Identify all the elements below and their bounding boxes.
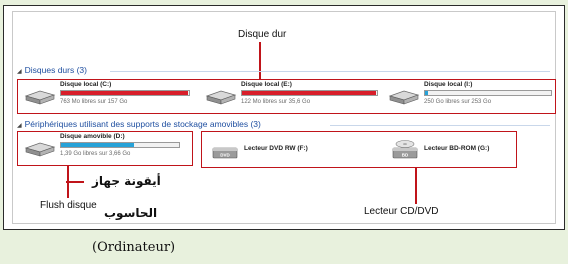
callout-line [415,168,417,204]
drive-i-free-space: 250 Go libres sur 253 Go [424,99,492,105]
drive-g-name: Lecteur BD-ROM (G:) [424,145,490,152]
callout-line [66,181,84,183]
callout-flush-disk: Flush disque [40,200,97,211]
drive-d-free-space: 1,39 Go libres sur 3,66 Go [60,151,131,157]
section-hard-disks[interactable]: ◢ Disques durs (3) [17,65,87,75]
drive-d-removable[interactable]: Disque amovible (D:) 1,39 Go libres sur … [24,132,189,164]
svg-text:BD: BD [402,153,409,158]
bd-drive-icon: BD [392,140,418,159]
drive-e-usage-fill [242,91,376,95]
callout-hard-disk: Disque dur [238,29,287,40]
drive-c[interactable]: Disque local (C:) 763 Mo libres sur 157 … [24,80,194,112]
drive-f-name: Lecteur DVD RW (F:) [244,145,308,152]
drive-c-usage-fill [61,91,188,95]
drive-g-bd[interactable]: BD Lecteur BD-ROM (G:) [390,134,560,164]
drive-f-dvd[interactable]: DVD Lecteur DVD RW (F:) [210,134,380,164]
drive-e-free-space: 122 Mo libres sur 35,6 Go [241,99,311,105]
collapse-icon[interactable]: ◢ [17,69,22,75]
drive-d-usage-bar [60,142,180,148]
hard-drive-icon [388,90,420,105]
figure-caption: (Ordinateur) [92,240,176,255]
drive-c-name: Disque local (C:) [60,81,112,88]
drive-i-name: Disque local (I:) [424,81,473,88]
callout-computer-icon-ar-2: الحاسوب [104,206,158,220]
drive-i-usage-bar [424,90,552,96]
drive-d-name: Disque amovible (D:) [60,133,125,140]
drive-i-usage-fill [425,91,428,95]
section-hard-disks-label: Disques durs (3) [24,65,87,75]
drive-e[interactable]: Disque local (E:) 122 Mo libres sur 35,6… [205,80,385,112]
callout-optical: Lecteur CD/DVD [364,206,439,217]
drive-i[interactable]: Disque local (I:) 250 Go libres sur 253 … [388,80,553,112]
drive-c-usage-bar [60,90,190,96]
drive-e-name: Disque local (E:) [241,81,292,88]
removable-drive-icon [24,142,56,157]
drive-d-usage-fill [61,143,135,147]
drive-c-free-space: 763 Mo libres sur 157 Go [60,99,128,105]
explorer-panel [12,11,556,224]
section-removable[interactable]: ◢ Périphériques utilisant des supports de… [17,119,261,129]
svg-text:DVD: DVD [220,153,230,158]
section-divider [110,71,550,72]
drive-e-usage-bar [241,90,378,96]
callout-line [259,42,261,79]
collapse-icon[interactable]: ◢ [17,123,22,129]
section-divider [330,125,550,126]
hard-drive-icon [24,90,56,105]
section-removable-label: Périphériques utilisant des supports de … [24,119,261,129]
hard-drive-icon [205,90,237,105]
callout-computer-icon-ar-1: أيقونة جهاز [92,174,161,188]
dvd-drive-icon: DVD [212,147,238,159]
